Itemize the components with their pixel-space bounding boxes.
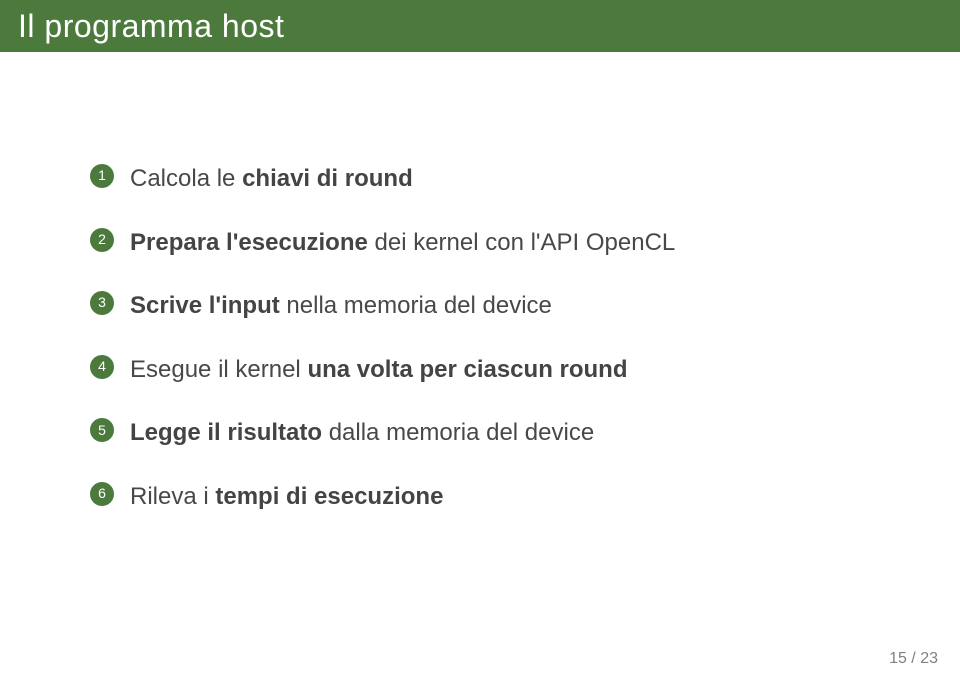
- list-item: Prepara l'esecuzione dei kernel con l'AP…: [90, 226, 870, 260]
- slide-title: Il programma host: [18, 8, 284, 45]
- item-pre: Esegue il kernel: [130, 356, 307, 383]
- page-current: 15: [889, 650, 907, 667]
- list-item: Esegue il kernel una volta per ciascun r…: [90, 353, 870, 387]
- item-bold: Scrive l'input: [130, 292, 280, 319]
- page-sep: /: [907, 650, 920, 667]
- item-post: nella memoria del device: [280, 292, 552, 319]
- enum-list: Calcola le chiavi di round Prepara l'ese…: [90, 162, 870, 514]
- list-item: Calcola le chiavi di round: [90, 162, 870, 196]
- item-pre: Rileva i: [130, 483, 215, 510]
- list-item: Scrive l'input nella memoria del device: [90, 289, 870, 323]
- item-post: dalla memoria del device: [322, 419, 594, 446]
- item-bold: tempi di esecuzione: [215, 483, 443, 510]
- page-number: 15 / 23: [889, 650, 938, 668]
- item-pre: Calcola le: [130, 165, 242, 192]
- page-total: 23: [920, 650, 938, 667]
- item-bold: chiavi di round: [242, 165, 413, 192]
- title-bar: Il programma host: [0, 0, 960, 52]
- list-item: Rileva i tempi di esecuzione: [90, 480, 870, 514]
- list-item: Legge il risultato dalla memoria del dev…: [90, 416, 870, 450]
- item-bold: Legge il risultato: [130, 419, 322, 446]
- item-bold: una volta per ciascun round: [307, 356, 627, 383]
- item-post: dei kernel con l'API OpenCL: [368, 229, 675, 256]
- slide-content: Calcola le chiavi di round Prepara l'ese…: [0, 52, 960, 514]
- item-bold: Prepara l'esecuzione: [130, 229, 368, 256]
